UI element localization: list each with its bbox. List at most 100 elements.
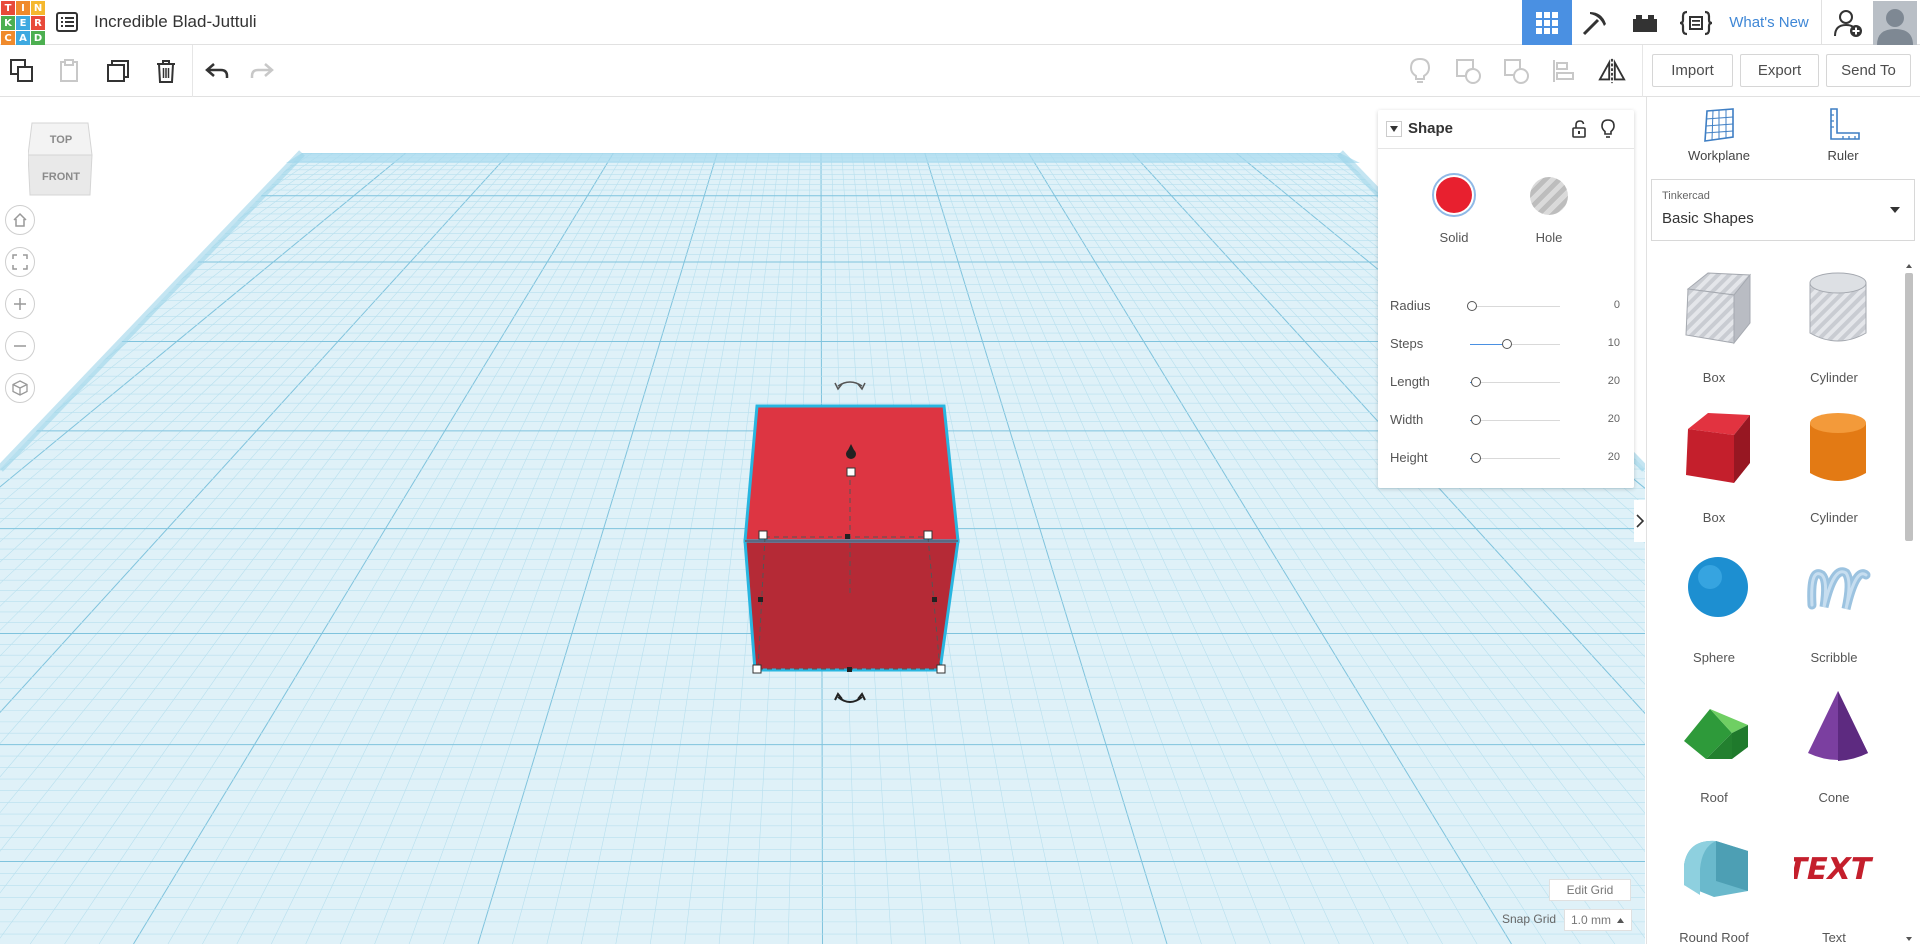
delete-button[interactable]: [152, 57, 180, 85]
param-slider-width[interactable]: [1470, 420, 1560, 421]
shape-cone[interactable]: Cone: [1779, 675, 1889, 805]
view-cube[interactable]: TOP FRONT: [27, 121, 94, 197]
ungroup-icon: [1504, 59, 1529, 84]
shape-library-select[interactable]: Tinkercad Basic Shapes: [1651, 179, 1915, 241]
param-slider-knob[interactable]: [1471, 377, 1481, 387]
notes-button[interactable]: [1406, 57, 1434, 85]
align-button[interactable]: [1550, 57, 1578, 85]
shape-text[interactable]: TEXT Text: [1779, 815, 1889, 944]
sphere-icon: [1688, 557, 1748, 617]
ruler-icon: [1830, 108, 1860, 140]
bricks-view-button[interactable]: [1624, 0, 1666, 45]
param-slider-knob[interactable]: [1467, 301, 1477, 311]
shape-box-hole[interactable]: Box: [1659, 255, 1769, 385]
logo-letter: I: [16, 1, 30, 15]
tinkercad-logo[interactable]: TIN KER CAD: [0, 0, 45, 45]
shape-roof[interactable]: Roof: [1659, 675, 1769, 805]
lightbulb-icon: [1601, 119, 1615, 138]
param-slider-length[interactable]: [1470, 382, 1560, 383]
duplicate-button[interactable]: [104, 57, 132, 85]
3d-design-view-button[interactable]: [1522, 0, 1572, 45]
import-button[interactable]: Import: [1652, 54, 1733, 87]
shape-scribble[interactable]: Scribble: [1779, 535, 1889, 665]
shape-cylinder-hole[interactable]: Cylinder: [1779, 255, 1889, 385]
shapes-scrollbar[interactable]: [1903, 262, 1915, 944]
library-name: Basic Shapes: [1662, 210, 1754, 227]
param-label-height: Height: [1390, 450, 1428, 465]
param-slider-radius[interactable]: [1470, 306, 1560, 307]
hole-button[interactable]: [1530, 177, 1568, 215]
shape-label: Cylinder: [1810, 370, 1858, 385]
expand-panel-toggle[interactable]: [1634, 500, 1646, 542]
box-hole-icon: [1685, 272, 1752, 345]
caret-up-icon: [1617, 918, 1624, 923]
hide-button[interactable]: [1600, 119, 1616, 144]
edit-toolbar: Import Export Send To: [0, 45, 1920, 97]
ungroup-button[interactable]: [1502, 57, 1530, 85]
logo-letter: N: [31, 1, 45, 15]
whats-new-link[interactable]: What's New: [1724, 0, 1814, 45]
param-slider-knob[interactable]: [1471, 453, 1481, 463]
pickaxe-icon: [1582, 11, 1606, 35]
snap-grid-select[interactable]: 1.0 mm: [1564, 909, 1632, 931]
shape-box[interactable]: Box: [1659, 395, 1769, 525]
round-roof-icon: [1684, 840, 1748, 897]
copy-button[interactable]: [8, 57, 36, 85]
perspective-toggle-button[interactable]: [5, 373, 35, 403]
zoom-out-button[interactable]: [5, 331, 35, 361]
mirror-button[interactable]: [1598, 57, 1626, 85]
logo-letter: R: [31, 16, 45, 30]
paste-button[interactable]: [56, 57, 84, 85]
scribble-icon: [1807, 567, 1871, 611]
user-avatar[interactable]: [1872, 0, 1918, 45]
design-menu-icon[interactable]: [56, 12, 78, 32]
logo-letter: K: [1, 16, 15, 30]
duplicate-icon: [107, 60, 129, 82]
param-value-width[interactable]: 20: [1608, 413, 1620, 425]
add-user-icon: [1834, 9, 1862, 37]
ruler-tool[interactable]: Ruler: [1793, 107, 1893, 163]
shape-label: Box: [1702, 370, 1726, 385]
codeblocks-view-button[interactable]: [1674, 0, 1718, 45]
home-view-button[interactable]: [5, 205, 35, 235]
undo-button[interactable]: [203, 57, 231, 85]
group-button[interactable]: [1454, 57, 1482, 85]
view-cube-top-label[interactable]: TOP: [28, 134, 94, 146]
logo-letter: T: [1, 1, 15, 15]
brick-icon: [1633, 14, 1657, 32]
param-value-length[interactable]: 20: [1608, 375, 1620, 387]
export-button[interactable]: Export: [1740, 54, 1819, 87]
design-title[interactable]: Incredible Blad-Juttuli: [94, 12, 257, 32]
redo-button[interactable]: [248, 57, 276, 85]
solid-color-swatch: [1436, 177, 1472, 213]
param-value-radius[interactable]: 0: [1614, 299, 1620, 311]
text-icon: TEXT: [1794, 852, 1875, 887]
shape-sphere[interactable]: Sphere: [1659, 535, 1769, 665]
shape-cylinder[interactable]: Cylinder: [1779, 395, 1889, 525]
edit-grid-button[interactable]: Edit Grid: [1549, 879, 1631, 901]
param-value-height[interactable]: 20: [1608, 451, 1620, 463]
view-cube-front-label[interactable]: FRONT: [28, 171, 94, 183]
param-slider-knob[interactable]: [1501, 339, 1512, 349]
solid-label: Solid: [1439, 230, 1469, 245]
invite-user-button[interactable]: [1830, 0, 1866, 45]
lock-button[interactable]: [1571, 120, 1587, 143]
workplane-icon: [1704, 108, 1734, 142]
fit-to-view-icon: [12, 254, 28, 270]
fit-view-button[interactable]: [5, 247, 35, 277]
cone-icon: [1808, 691, 1868, 761]
param-slider-knob[interactable]: [1471, 415, 1481, 425]
param-slider-height[interactable]: [1470, 458, 1560, 459]
inspector-title: Shape: [1408, 120, 1454, 137]
minecraft-view-button[interactable]: [1574, 0, 1616, 45]
param-value-steps[interactable]: 10: [1608, 337, 1620, 349]
workplane-tool[interactable]: Workplane: [1669, 107, 1769, 163]
shape-round-roof[interactable]: Round Roof: [1659, 815, 1769, 944]
hole-label: Hole: [1535, 230, 1563, 245]
shape-label: Roof: [1700, 790, 1728, 805]
top-bar: TINKERCAD Incredible Blad-Juttuli What's…: [0, 0, 1920, 45]
collapse-inspector-button[interactable]: [1386, 121, 1402, 137]
send-to-button[interactable]: Send To: [1826, 54, 1911, 87]
zoom-in-button[interactable]: [5, 289, 35, 319]
solid-button[interactable]: [1432, 173, 1476, 217]
